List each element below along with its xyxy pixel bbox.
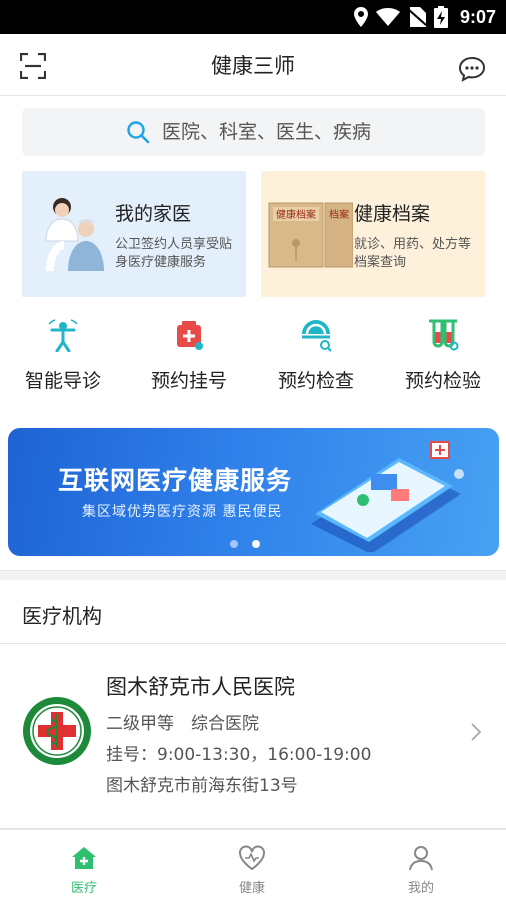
nav-medical[interactable]: 医疗 bbox=[34, 844, 134, 896]
registration-icon bbox=[177, 321, 203, 350]
bottom-nav: 医疗 健康 我的 bbox=[0, 829, 506, 900]
phone-medical-illustration bbox=[311, 441, 464, 552]
no-sim-icon bbox=[407, 7, 426, 27]
search-input[interactable] bbox=[162, 118, 462, 146]
banner-dot-1[interactable] bbox=[230, 540, 238, 548]
registration-label: 预约挂号 bbox=[150, 370, 227, 392]
hospital-hours: 挂号：9:00-13:30，16:00-19:00 bbox=[106, 745, 372, 765]
lab-test-icon bbox=[429, 319, 459, 351]
status-icons: 9:07 bbox=[353, 0, 496, 34]
wifi-icon bbox=[375, 8, 400, 26]
lab-test-label: 预约检验 bbox=[404, 370, 481, 392]
quick-exam[interactable]: 预约检查 bbox=[253, 318, 379, 398]
svg-text:健康档案: 健康档案 bbox=[276, 208, 316, 221]
hospital-name: 图木舒克市人民医院 bbox=[106, 675, 295, 699]
smart-guide-label: 智能导诊 bbox=[24, 370, 101, 392]
banner-subtitle: 集区域优势医疗资源 惠民便民 bbox=[82, 504, 283, 520]
section-title: 医疗机构 bbox=[22, 604, 102, 628]
health-records-title: 健康档案 bbox=[354, 203, 431, 225]
nav-health[interactable]: 健康 bbox=[202, 844, 302, 896]
family-doctor-card[interactable]: 我的家医 公卫签约人员享受贴身医疗健康服务 bbox=[22, 171, 246, 297]
header: 健康三师 bbox=[0, 34, 506, 96]
quick-lab-test[interactable]: 预约检验 bbox=[380, 318, 506, 398]
smart-guide-icon bbox=[48, 319, 78, 352]
svg-text:档案: 档案 bbox=[329, 208, 349, 221]
section-divider bbox=[0, 570, 506, 580]
hospital-item[interactable]: 图木舒克市人民医院 二级甲等 综合医院 挂号：9:00-13:30，16:00-… bbox=[0, 644, 506, 828]
exam-label: 预约检查 bbox=[277, 370, 354, 392]
hospital-logo-icon bbox=[23, 697, 91, 765]
quick-smart-guide[interactable]: 智能导诊 bbox=[0, 318, 126, 398]
banner-pagination bbox=[230, 540, 260, 548]
nav-medical-label: 医疗 bbox=[70, 881, 97, 896]
location-icon bbox=[353, 7, 368, 27]
search-bar[interactable] bbox=[22, 108, 485, 156]
battery-charging-icon bbox=[433, 6, 448, 28]
banner-title: 互联网医疗健康服务 bbox=[58, 466, 293, 495]
quick-registration[interactable]: 预约挂号 bbox=[126, 318, 252, 398]
page-title: 健康三师 bbox=[211, 54, 295, 78]
health-records-desc: 就诊、用药、处方等档案查询 bbox=[354, 237, 472, 270]
search-icon bbox=[127, 121, 150, 144]
promo-banner[interactable]: 互联网医疗健康服务 集区域优势医疗资源 惠民便民 bbox=[8, 428, 499, 556]
chevron-right-icon bbox=[471, 723, 482, 741]
doctor-patient-illustration bbox=[28, 193, 114, 275]
file-folders-illustration: 健康档案 档案 bbox=[267, 193, 353, 275]
message-icon[interactable] bbox=[458, 56, 486, 82]
user-icon bbox=[409, 846, 433, 871]
nav-mine-label: 我的 bbox=[407, 881, 434, 896]
status-time: 9:07 bbox=[459, 6, 496, 27]
heart-health-icon bbox=[239, 845, 265, 871]
status-bar: 9:07 bbox=[0, 0, 506, 34]
hospital-level: 二级甲等 综合医院 bbox=[106, 714, 259, 734]
family-doctor-desc: 公卫签约人员享受贴身医疗健康服务 bbox=[115, 237, 233, 270]
nav-mine[interactable]: 我的 bbox=[371, 844, 471, 896]
hospital-address: 图木舒克市前海东街13号 bbox=[106, 776, 298, 796]
family-doctor-title: 我的家医 bbox=[115, 203, 192, 225]
home-medical-icon bbox=[72, 847, 96, 869]
nav-health-label: 健康 bbox=[238, 881, 265, 896]
exam-icon bbox=[302, 320, 332, 352]
health-records-card[interactable]: 健康档案 档案 健康档案 就诊、用药、处方等档案查询 bbox=[261, 171, 485, 297]
banner-dot-2[interactable] bbox=[252, 540, 260, 548]
